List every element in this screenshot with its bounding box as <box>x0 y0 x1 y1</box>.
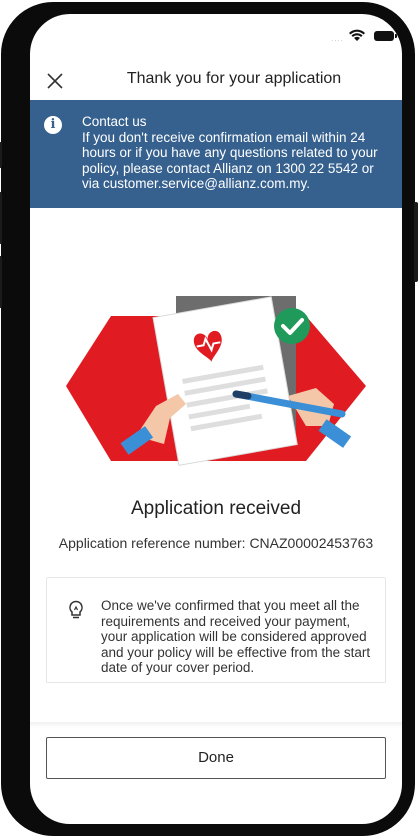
application-illustration <box>66 296 366 466</box>
app-screen: .... Thank you for your application i Co… <box>30 14 402 824</box>
info-note: Once we've confirmed that you meet all t… <box>46 577 386 683</box>
status-bar: .... <box>30 14 402 60</box>
side-button <box>0 256 2 308</box>
page-title: Thank you for your application <box>126 70 342 87</box>
close-icon[interactable] <box>44 70 66 92</box>
banner-title: Contact us <box>82 114 147 129</box>
power-button <box>414 202 418 282</box>
reference-number: Application reference number: CNAZ000024… <box>58 535 374 551</box>
header: Thank you for your application <box>30 62 402 102</box>
banner-body: If you don't receive confirmation email … <box>82 129 378 192</box>
side-button <box>0 192 2 244</box>
footer-divider <box>30 722 402 728</box>
check-badge-icon <box>274 308 310 344</box>
note-text: Once we've confirmed that you meet all t… <box>101 598 371 675</box>
battery-icon <box>374 31 397 41</box>
status-title: Application received <box>130 498 302 519</box>
signal-indicator: .... <box>331 34 344 43</box>
wifi-icon <box>349 29 365 41</box>
side-button <box>0 142 2 168</box>
phone-frame: .... Thank you for your application i Co… <box>0 2 418 836</box>
info-icon: i <box>44 116 62 134</box>
lightbulb-icon <box>69 600 83 619</box>
contact-banner: i Contact us If you don't receive confir… <box>30 100 402 208</box>
done-button[interactable]: Done <box>46 737 386 779</box>
